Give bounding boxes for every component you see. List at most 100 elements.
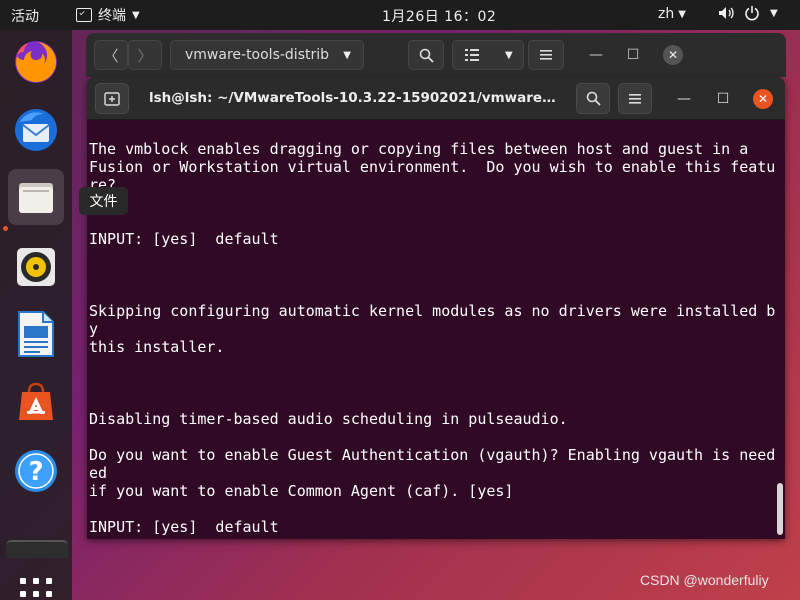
clock[interactable]: 1月26日 16：02 [382,6,496,26]
search-icon [419,48,434,63]
grid-dot [46,591,52,597]
search-button[interactable] [408,40,444,70]
grid-dot [20,578,26,584]
grid-dot [33,578,39,584]
chevron-left-icon: 〈 [103,46,119,65]
grid-dot [33,591,39,597]
terminal-line: The vmblock enables dragging or copying … [89,140,749,158]
files-icon [19,183,53,213]
terminal-output[interactable]: The vmblock enables dragging or copying … [89,140,779,539]
volume-icon [719,7,734,19]
close-button[interactable]: ✕ [753,89,773,109]
chevron-down-icon: ▼ [678,8,686,20]
back-button[interactable]: 〈 [94,40,128,70]
terminal-line: Do you want to enable Guest Authenticati… [89,446,776,464]
minimize-icon: — [677,91,691,107]
list-view-icon [465,49,479,61]
maximize-icon: ☐ [626,47,640,63]
terminal-line: Fusion or Workstation virtual environmen… [89,158,776,176]
terminal-header-bar: lsh@lsh: ~/VMwareTools-10.3.22-15902021/… [87,77,785,120]
path-label: vmware-tools-distrib [185,47,330,63]
running-indicator [3,226,8,231]
terminal-menu-button[interactable] [618,83,652,114]
menu-button[interactable] [528,40,564,70]
terminal-line: Skipping configuring automatic kernel mo… [89,302,776,320]
search-icon [586,91,601,106]
dock-item-writer[interactable] [8,306,64,362]
hamburger-icon [629,93,641,104]
terminal-line: if you want to enable Common Agent (caf)… [89,482,514,500]
dock-item-thunderbird[interactable] [8,102,64,158]
close-icon: ✕ [667,48,679,62]
firefox-icon [15,41,57,83]
chevron-down-icon: ▼ [343,50,351,61]
minimize-icon: — [589,47,603,63]
show-applications-button[interactable] [20,578,52,600]
dock: ? [0,30,72,600]
maximize-icon: ☐ [716,91,730,107]
close-button[interactable]: ✕ [663,45,683,65]
terminal-line: ed [89,464,108,482]
dock-item-help[interactable]: ? [8,443,64,499]
minimize-button[interactable]: — [674,89,694,109]
terminal-line: INPUT: [yes] default [89,518,279,536]
terminal-window: lsh@lsh: ~/VMwareTools-10.3.22-15902021/… [87,77,785,539]
input-method-label: zh [658,6,675,22]
terminal-line: [no] [89,194,779,212]
rhythmbox-icon [17,248,55,286]
dock-item-rhythmbox[interactable] [8,239,64,295]
terminal-icon [76,8,92,22]
system-menu[interactable]: ▼ [718,5,778,21]
terminal-line: re? [89,176,117,194]
terminal-line: y [89,320,99,338]
new-tab-button[interactable] [95,83,129,114]
activities-button[interactable]: 活动 [11,6,39,26]
chevron-down-icon: ▼ [505,49,513,61]
terminal-line: this installer. [89,338,225,356]
app-menu[interactable]: 终端 ▼ [76,5,140,25]
maximize-button[interactable]: ☐ [623,45,643,65]
dock-item-firefox[interactable] [8,34,64,90]
libreoffice-writer-icon [18,311,54,357]
terminal-line: Disabling timer-based audio scheduling i… [89,410,568,428]
files-window-header: 〈 〉 vmware-tools-distrib ▼ ▼ — ☐ ✕ [86,33,786,77]
help-icon: ? [15,450,57,492]
dock-item-hidden[interactable] [6,540,68,558]
path-bar-button[interactable]: vmware-tools-distrib ▼ [170,40,364,70]
chevron-down-icon: ▼ [770,7,778,19]
dock-item-software[interactable] [8,375,64,431]
thunderbird-icon [15,109,57,151]
terminal-title: lsh@lsh: ~/VMwareTools-10.3.22-15902021/… [149,90,559,106]
terminal-line: INPUT: [yes] default [89,230,279,248]
top-bar: 活动 终端 ▼ 1月26日 16：02 zh ▼ ▼ [0,0,800,30]
minimize-button[interactable]: — [586,45,606,65]
new-tab-icon [104,91,120,106]
dock-item-files[interactable] [8,169,64,225]
forward-button[interactable]: 〉 [128,40,162,70]
grid-dot [46,578,52,584]
chevron-right-icon: 〉 [137,46,153,65]
terminal-search-button[interactable] [576,83,610,114]
hamburger-icon [540,50,552,60]
input-method-menu[interactable]: zh ▼ [658,6,686,22]
svg-text:?: ? [28,457,43,487]
close-icon: ✕ [757,92,769,106]
watermark: CSDN @wonderfuliy [640,572,769,588]
terminal-scrollbar[interactable] [777,483,783,535]
dock-tooltip: 文件 [79,187,128,215]
maximize-button[interactable]: ☐ [713,89,733,109]
power-icon [745,6,759,21]
app-menu-label: 终端 [98,8,126,24]
view-options-button[interactable]: ▼ [452,40,524,70]
grid-dot [20,591,26,597]
